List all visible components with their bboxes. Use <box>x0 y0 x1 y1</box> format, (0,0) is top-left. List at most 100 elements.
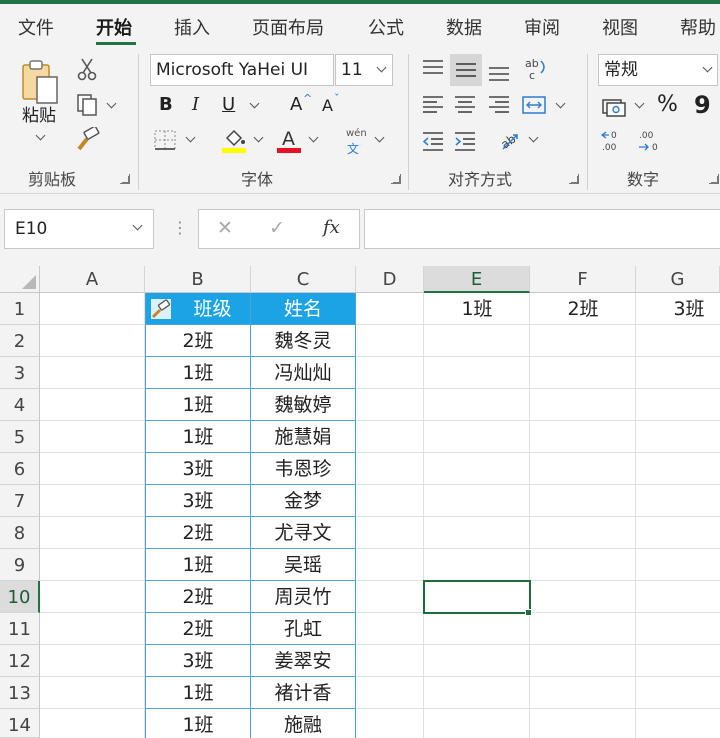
accounting-format-icon[interactable] <box>600 94 628 120</box>
increase-indent-icon[interactable] <box>452 128 478 154</box>
cell-class[interactable]: 3班 <box>145 456 251 482</box>
cell-name[interactable]: 施慧娟 <box>251 424 355 450</box>
column-header-f[interactable]: F <box>530 266 636 293</box>
name-box[interactable]: E10 <box>4 209 154 249</box>
cell-class[interactable]: 1班 <box>145 680 251 706</box>
cell-name[interactable]: 韦恩珍 <box>251 456 355 482</box>
cell-class[interactable]: 1班 <box>145 712 251 738</box>
cell-name[interactable]: 孔虹 <box>251 616 355 642</box>
align-bottom-icon[interactable] <box>486 58 512 84</box>
cell-f1[interactable]: 2班 <box>530 296 636 322</box>
borders-icon[interactable] <box>152 128 178 152</box>
clipboard-launcher[interactable] <box>120 174 130 184</box>
tab-home[interactable]: 开始 <box>96 14 132 40</box>
tab-review[interactable]: 审阅 <box>524 14 560 40</box>
number-launcher[interactable] <box>709 174 719 184</box>
enter-icon[interactable]: ✓ <box>269 217 285 239</box>
cell-name[interactable]: 冯灿灿 <box>251 360 355 386</box>
tab-help[interactable]: 帮助 <box>680 14 716 40</box>
align-left-icon[interactable] <box>420 92 446 118</box>
align-center-icon[interactable] <box>452 92 478 118</box>
tab-formulas[interactable]: 公式 <box>368 14 404 40</box>
cell-b1-header[interactable]: 班级 <box>175 296 250 322</box>
column-header-g[interactable]: G <box>636 266 720 293</box>
row-header-6[interactable]: 6 <box>0 453 40 485</box>
cell-name[interactable]: 吴瑶 <box>251 552 355 578</box>
column-header-a[interactable]: A <box>40 266 145 293</box>
font-launcher[interactable] <box>391 174 401 184</box>
align-middle-icon[interactable] <box>450 54 482 86</box>
cell-name[interactable]: 尤寻文 <box>251 520 355 546</box>
align-right-icon[interactable] <box>486 92 512 118</box>
tab-insert[interactable]: 插入 <box>174 14 210 40</box>
bold-button[interactable]: B <box>159 96 173 114</box>
column-header-e[interactable]: E <box>424 266 530 293</box>
cell-name[interactable]: 魏冬灵 <box>251 328 355 354</box>
cell-class[interactable]: 1班 <box>145 424 251 450</box>
tab-page-layout[interactable]: 页面布局 <box>252 14 324 40</box>
fill-color-icon[interactable] <box>221 126 247 154</box>
select-all-corner[interactable] <box>0 266 40 293</box>
cell-name[interactable]: 姜翠安 <box>251 648 355 674</box>
cell-name[interactable]: 魏敏婷 <box>251 392 355 418</box>
insert-function-icon[interactable]: fx <box>323 217 340 238</box>
row-header-13[interactable]: 13 <box>0 677 40 709</box>
cell-class[interactable]: 1班 <box>145 552 251 578</box>
underline-dropdown[interactable] <box>249 98 260 109</box>
cell-name[interactable]: 施融 <box>251 712 355 738</box>
column-header-c[interactable]: C <box>251 266 356 293</box>
percent-button[interactable]: % <box>657 94 678 116</box>
cancel-icon[interactable]: ✕ <box>217 217 233 239</box>
row-header-9[interactable]: 9 <box>0 549 40 581</box>
paste-icon[interactable] <box>18 58 64 108</box>
row-header-10[interactable]: 10 <box>0 581 40 613</box>
formula-bar-splitter[interactable]: ⋮ <box>172 218 188 237</box>
cell-class[interactable]: 1班 <box>145 392 251 418</box>
alignment-launcher[interactable] <box>569 174 579 184</box>
column-header-b[interactable]: B <box>145 266 251 293</box>
row-header-11[interactable]: 11 <box>0 613 40 645</box>
cell-class[interactable]: 2班 <box>145 328 251 354</box>
number-format-box[interactable]: 常规 <box>598 54 718 86</box>
paste-dropdown[interactable] <box>35 130 46 141</box>
underline-button[interactable]: U <box>222 96 235 114</box>
column-header-d[interactable]: D <box>356 266 424 293</box>
font-color-dropdown[interactable] <box>308 132 319 143</box>
tab-file[interactable]: 文件 <box>18 14 54 40</box>
tab-data[interactable]: 数据 <box>446 14 482 40</box>
active-cell-e10[interactable] <box>423 580 531 614</box>
cell-name[interactable]: 周灵竹 <box>251 584 355 610</box>
increase-font-button[interactable]: A <box>290 96 302 114</box>
cell-class[interactable]: 3班 <box>145 648 251 674</box>
decrease-decimal-icon[interactable]: .00 0 <box>636 128 664 154</box>
decrease-font-button[interactable]: A <box>322 98 333 114</box>
italic-button[interactable]: I <box>192 96 199 114</box>
fill-handle[interactable] <box>525 609 532 616</box>
row-header-14[interactable]: 14 <box>0 709 40 738</box>
cell-name[interactable]: 褚计香 <box>251 680 355 706</box>
cell-e1[interactable]: 1班 <box>424 296 530 322</box>
cell-g1[interactable]: 3班 <box>636 296 720 322</box>
fill-color-dropdown[interactable] <box>253 132 264 143</box>
row-header-12[interactable]: 12 <box>0 645 40 677</box>
phonetic-icon[interactable]: 文 <box>347 140 359 157</box>
cut-icon[interactable] <box>76 56 98 82</box>
align-top-icon[interactable] <box>420 56 446 82</box>
paste-label[interactable]: 粘贴 <box>22 108 56 125</box>
formula-input[interactable] <box>364 209 720 249</box>
decrease-indent-icon[interactable] <box>420 128 446 154</box>
spreadsheet-grid[interactable]: A B C D E F G 1 2 3 4 5 6 7 8 9 10 11 12… <box>0 266 720 738</box>
font-size-box[interactable]: 11 <box>335 54 393 86</box>
increase-decimal-icon[interactable]: 0.00 <box>600 128 628 154</box>
cell-c1-header[interactable]: 姓名 <box>251 296 355 322</box>
font-color-icon[interactable]: A <box>276 126 302 154</box>
merge-dropdown[interactable] <box>555 98 566 109</box>
cell-class[interactable]: 2班 <box>145 584 251 610</box>
cell-class[interactable]: 2班 <box>145 616 251 642</box>
wrap-text-icon[interactable]: ab c <box>522 54 550 82</box>
cell-name[interactable]: 金梦 <box>251 488 355 514</box>
borders-dropdown[interactable] <box>185 132 196 143</box>
cell-class[interactable]: 1班 <box>145 360 251 386</box>
tab-view[interactable]: 视图 <box>602 14 638 40</box>
copy-dropdown[interactable] <box>106 98 117 109</box>
